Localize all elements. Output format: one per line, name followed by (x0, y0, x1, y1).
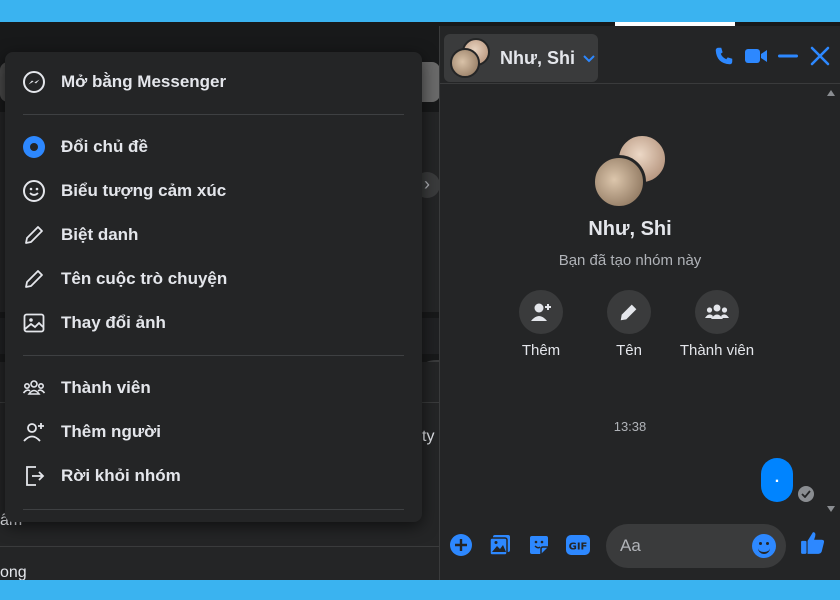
rename-button[interactable] (607, 290, 651, 334)
menu-item-change-theme[interactable]: Đổi chủ đề (5, 125, 422, 169)
menu-item-label: Thêm người (61, 422, 161, 441)
menu-item-label: Tên cuộc trò chuyện (61, 269, 228, 288)
thumbs-up-icon[interactable] (800, 530, 826, 556)
plus-icon[interactable] (448, 532, 474, 558)
menu-item-change-photo[interactable]: Thay đổi ảnh (5, 301, 422, 345)
video-call-icon[interactable] (744, 44, 768, 68)
sticker-icon[interactable] (526, 532, 552, 558)
action-label: Thành viên (679, 342, 755, 359)
rename-action[interactable]: Tên (579, 290, 679, 359)
svg-text:GIF: GIF (569, 542, 588, 553)
messenger-icon (21, 69, 47, 95)
menu-divider (23, 355, 404, 356)
menu-item-conversation-name[interactable]: Tên cuộc trò chuyện (5, 257, 422, 301)
scroll-down-arrow[interactable] (827, 506, 835, 512)
image-icon (21, 310, 47, 336)
menu-item-label: Rời khỏi nhóm (61, 466, 181, 485)
menu-item-leave-group[interactable]: Rời khỏi nhóm (5, 454, 422, 498)
add-member-button[interactable] (519, 290, 563, 334)
menu-divider (23, 114, 404, 115)
conversation-options-menu: Mở bằng Messenger Đổi chủ đề Biểu tượng … (5, 52, 422, 522)
members-button[interactable] (695, 290, 739, 334)
menu-item-label: Biểu tượng cảm xúc (61, 181, 227, 200)
chat-window: Như, Shi Như, Shi Bạn đã tạo nhóm này Th… (439, 26, 840, 580)
menu-item-label: Mở bằng Messenger (61, 72, 227, 91)
emoji-icon (21, 178, 47, 204)
phone-call-icon[interactable] (712, 44, 736, 68)
add-person-icon (531, 303, 551, 321)
frame-bottom-border (0, 580, 840, 600)
menu-item-nicknames[interactable]: Biệt danh (5, 213, 422, 257)
conversation-name-button[interactable]: Như, Shi (444, 34, 598, 82)
theme-icon (21, 134, 47, 160)
menu-item-label: Thành viên (61, 378, 151, 397)
group-avatar-large (592, 133, 670, 211)
photo-icon[interactable] (487, 532, 513, 558)
pencil-icon (21, 222, 47, 248)
members-icon (21, 375, 47, 401)
members-action[interactable]: Thành viên (667, 290, 767, 359)
message-composer: GIF (440, 522, 840, 572)
group-created-subtitle: Bạn đã tạo nhóm này (558, 252, 702, 269)
pencil-icon (21, 266, 47, 292)
menu-item-emoji[interactable]: Biểu tượng cảm xúc (5, 169, 422, 213)
minimize-icon[interactable] (776, 44, 800, 68)
message-timestamp: 13:38 (613, 419, 647, 434)
chat-header: Như, Shi (440, 26, 840, 84)
frame-top-border (0, 0, 840, 22)
action-label: Thêm (521, 342, 561, 359)
menu-item-add-people[interactable]: Thêm người (5, 410, 422, 454)
message-input-box[interactable] (606, 524, 786, 568)
feed-divider (0, 546, 440, 547)
close-icon[interactable] (808, 44, 832, 68)
feed-partial-text: ty (422, 428, 435, 445)
menu-item-label: Thay đổi ảnh (61, 313, 166, 332)
seen-check-icon (798, 486, 814, 502)
chevron-down-icon (583, 50, 595, 66)
gif-icon[interactable]: GIF (565, 532, 591, 558)
menu-item-label: Biệt danh (61, 225, 139, 244)
pencil-icon (620, 304, 637, 321)
members-icon (705, 304, 729, 319)
group-avatar (450, 38, 490, 78)
scroll-up-arrow[interactable] (827, 90, 835, 96)
menu-divider (23, 509, 404, 510)
leave-icon (21, 463, 47, 489)
feed-partial-text: ong (0, 564, 27, 580)
group-name: Như, Shi (588, 218, 672, 240)
add-person-icon (21, 419, 47, 445)
conversation-name: Như, Shi (500, 47, 576, 68)
menu-item-members[interactable]: Thành viên (5, 366, 422, 410)
menu-item-open-messenger[interactable]: Mở bằng Messenger (5, 60, 422, 104)
message-bubble[interactable]: . (761, 458, 793, 502)
add-member-action[interactable]: Thêm (491, 290, 591, 359)
menu-item-label: Đổi chủ đề (61, 137, 148, 156)
action-label: Tên (616, 342, 642, 359)
emoji-picker-icon[interactable] (752, 534, 776, 558)
message-input[interactable] (620, 536, 740, 556)
